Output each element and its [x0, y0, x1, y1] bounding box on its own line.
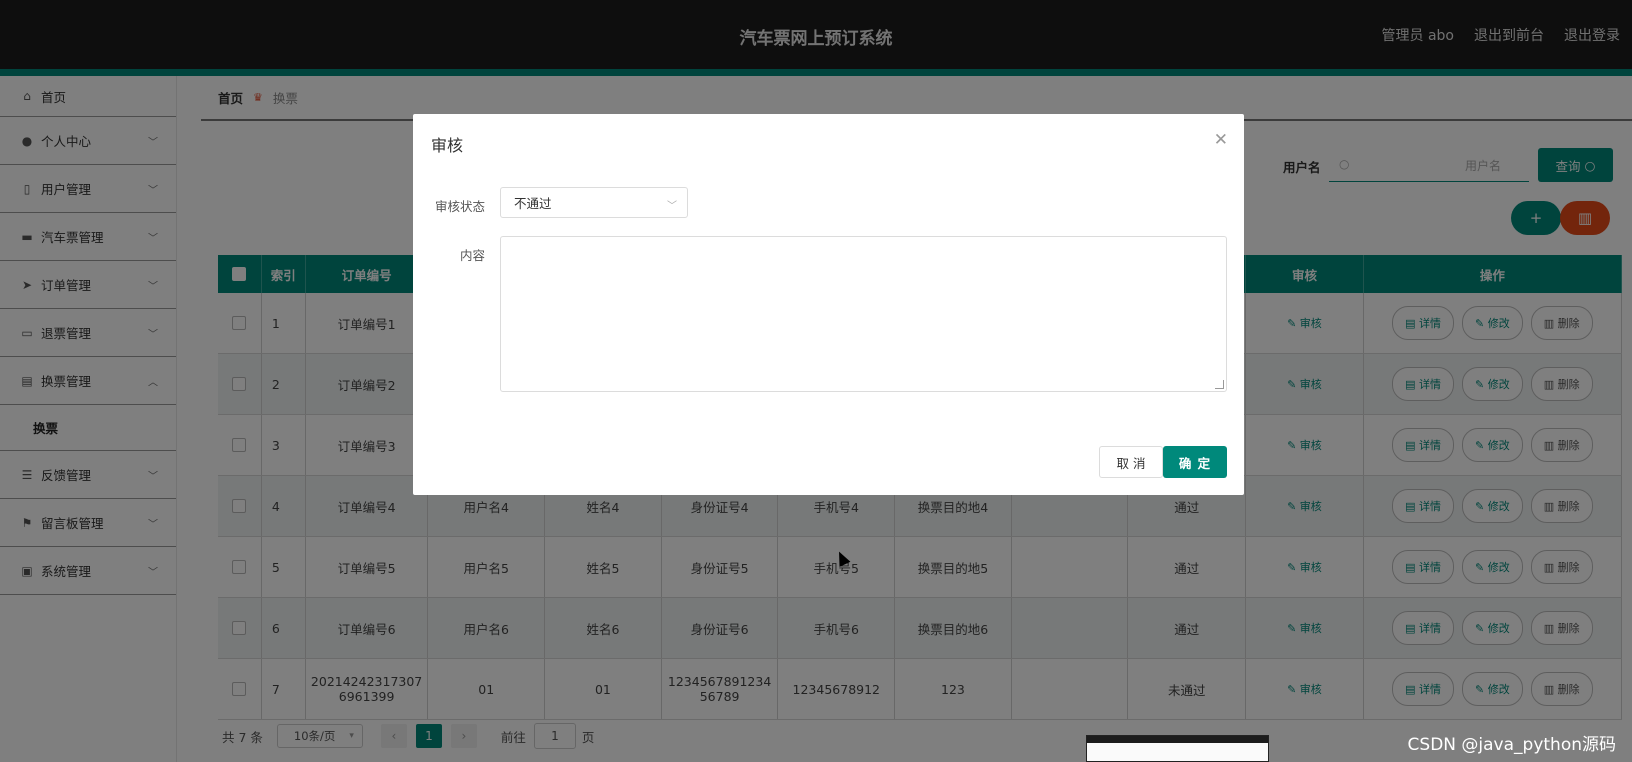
chevron-down-icon: ﹀ — [667, 201, 677, 212]
audit-status-select[interactable]: 不通过 ﹀ — [500, 187, 688, 218]
watermark: CSDN @java_python源码 — [1407, 735, 1616, 755]
status-label: 审核状态 — [434, 199, 485, 214]
confirm-button[interactable]: 确 定 — [1163, 446, 1227, 478]
audit-status-value: 不通过 — [514, 196, 552, 211]
content-label: 内容 — [459, 248, 485, 263]
dialog-title: 审核 — [431, 136, 464, 155]
cancel-button[interactable]: 取 消 — [1099, 446, 1163, 478]
close-icon[interactable]: ✕ — [1214, 130, 1228, 150]
resize-handle-icon[interactable] — [1215, 380, 1224, 389]
content-textarea[interactable] — [500, 236, 1227, 392]
audit-dialog: 审核 ✕ 审核状态 不通过 ﹀ 内容 取 消 确 定 — [413, 114, 1244, 495]
screenshot-thumbnail — [1086, 735, 1269, 762]
